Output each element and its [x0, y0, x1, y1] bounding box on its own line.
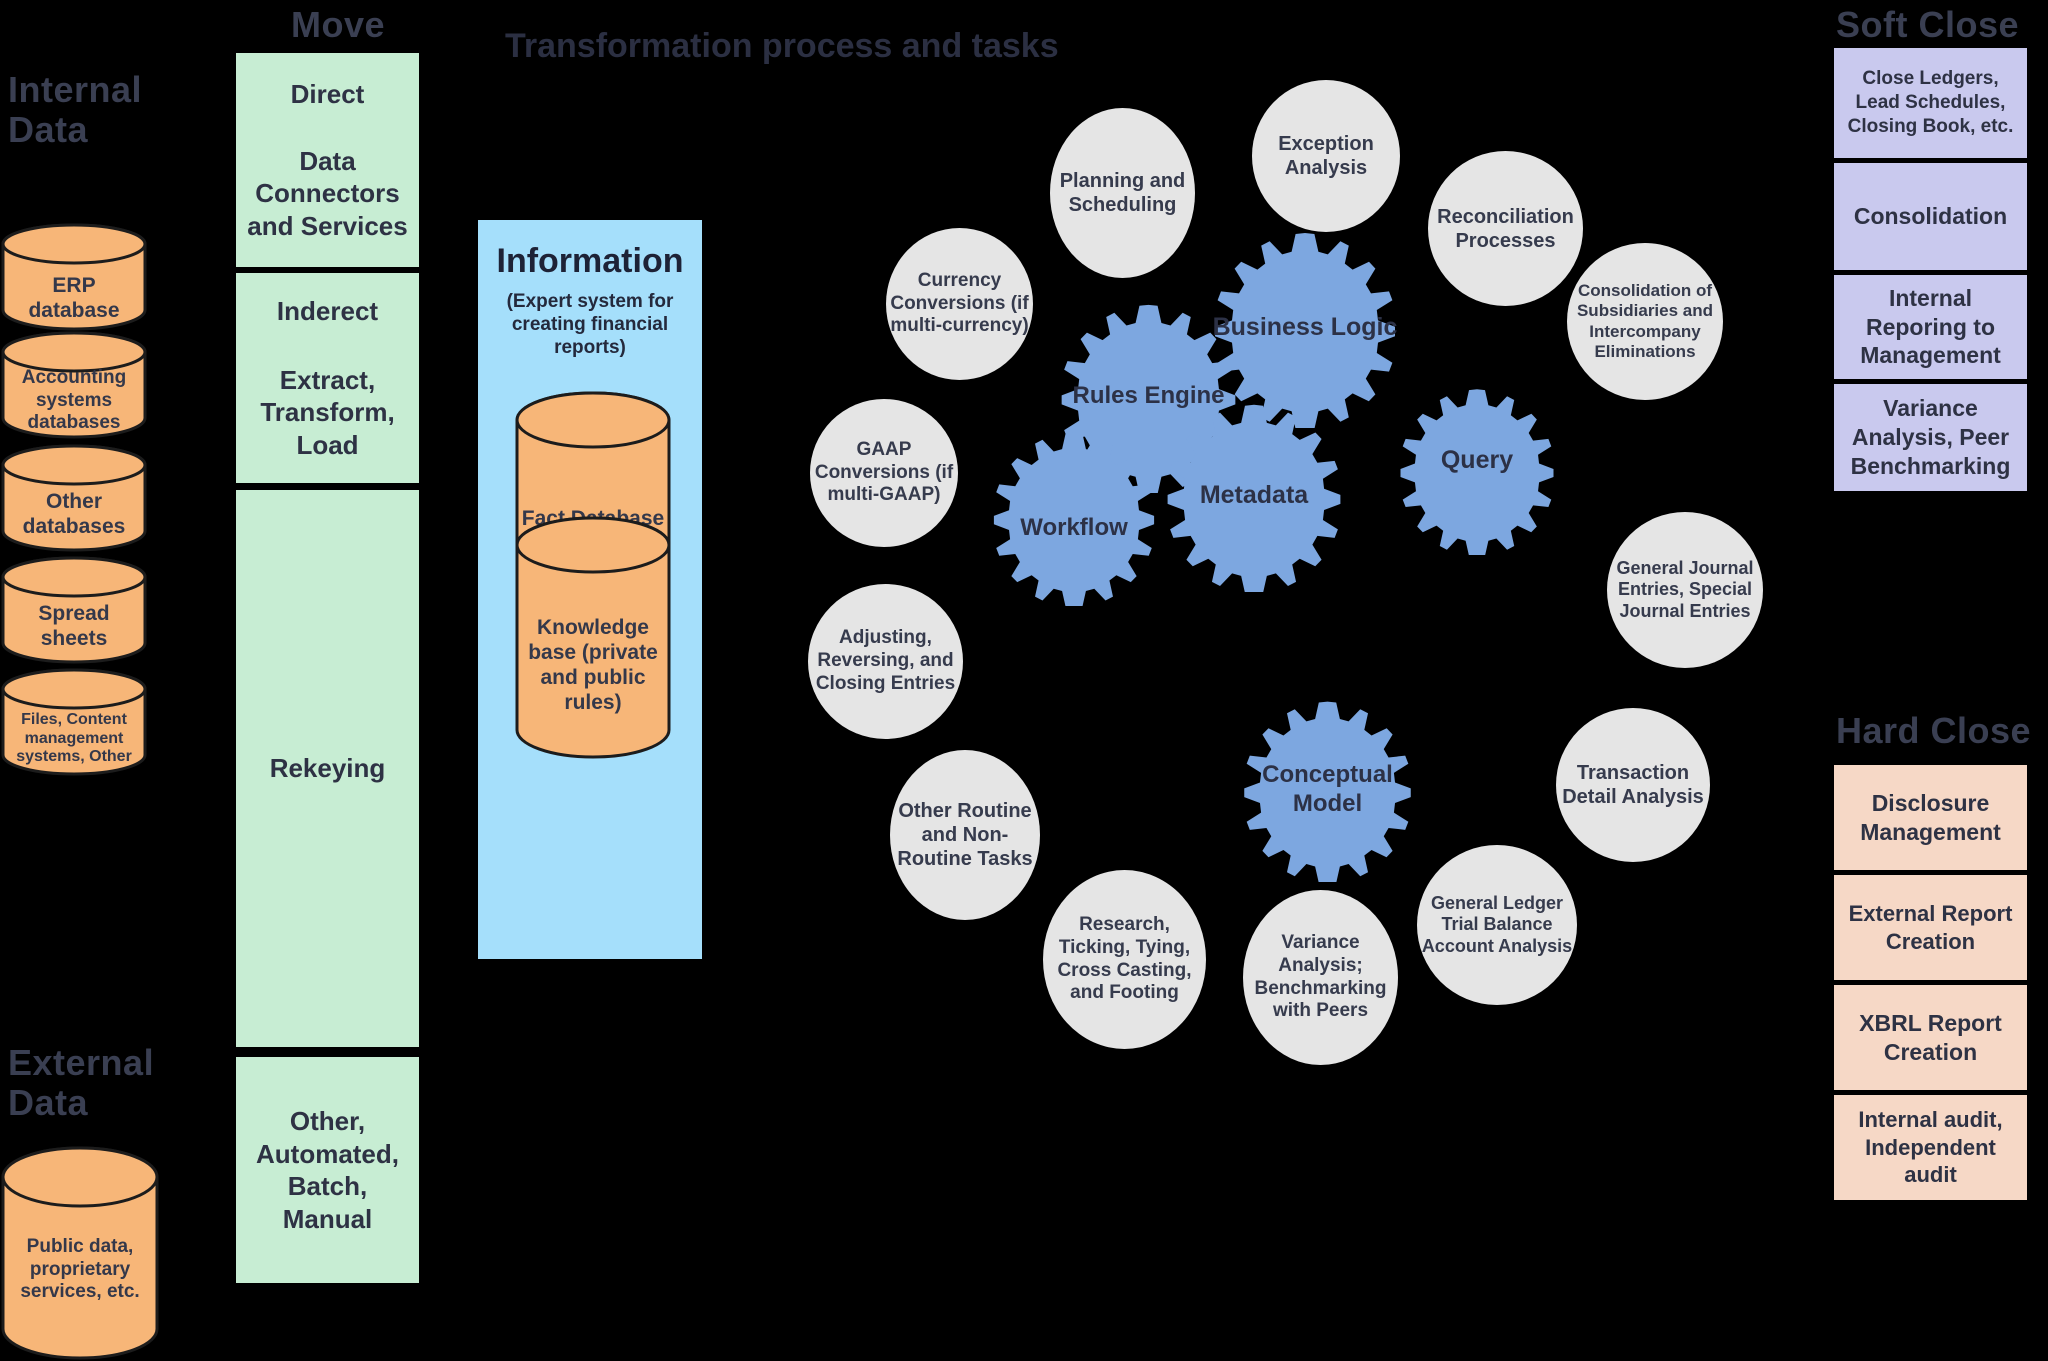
task-circle-gl-trial-balance-account-analysis[interactable]: General Ledger Trial Balance Account Ana… — [1417, 845, 1577, 1005]
hard-close-label: Internal audit, Independent audit — [1858, 1107, 2003, 1188]
database-accounting-systems: Accounting systems databases — [0, 330, 148, 440]
move-box-other-automated[interactable]: Other, Automated, Batch, Manual — [236, 1057, 419, 1283]
gear-label: Conceptual Model — [1262, 761, 1393, 817]
soft-close-label: Variance Analysis, Peer Benchmarking — [1850, 395, 2011, 479]
task-label: Research, Ticking, Tying, Cross Casting,… — [1057, 913, 1192, 1004]
soft-close-label: Consolidation — [1853, 203, 2008, 230]
task-circle-adjusting-reversing-closing[interactable]: Adjusting, Reversing, and Closing Entrie… — [808, 584, 963, 739]
hard-close-heading: Hard Close — [1836, 710, 2032, 751]
database-public-data: Public data, proprietary services, etc. — [0, 1145, 160, 1361]
task-circle-reconciliation-processes[interactable]: Reconciliation Processes — [1428, 151, 1583, 306]
database-spreadsheets: Spread sheets — [0, 555, 148, 665]
soft-close-box-variance-analysis[interactable]: Variance Analysis, Peer Benchmarking — [1834, 384, 2027, 491]
gear-conceptual-model[interactable]: Conceptual Model — [1235, 697, 1420, 882]
task-circle-currency-conversions[interactable]: Currency Conversions (if multi-currency) — [886, 228, 1033, 380]
task-label: Transaction Detail Analysis — [1562, 762, 1704, 808]
move-box-title: Direct — [290, 79, 365, 109]
task-circle-transaction-detail-analysis[interactable]: Transaction Detail Analysis — [1556, 708, 1710, 862]
task-circle-variance-analysis-benchmarking[interactable]: Variance Analysis; Benchmarking with Pee… — [1243, 890, 1398, 1065]
task-circle-general-journal-entries[interactable]: General Journal Entries, Special Journal… — [1607, 512, 1763, 668]
task-circle-exception-analysis[interactable]: Exception Analysis — [1252, 80, 1400, 232]
database-label: Accounting systems databases — [21, 367, 127, 434]
gear-label: Workflow — [1020, 513, 1128, 541]
task-circle-planning-scheduling[interactable]: Planning and Scheduling — [1050, 108, 1195, 278]
move-heading: Move — [290, 4, 386, 45]
task-label: Planning and Scheduling — [1059, 170, 1186, 216]
database-label: Knowledge base (private and public rules… — [528, 616, 658, 714]
external-data-heading: External Data — [8, 1042, 155, 1123]
gear-query[interactable]: Query — [1392, 385, 1562, 555]
move-box-title: Inderect — [276, 296, 379, 326]
soft-close-box-close-ledgers[interactable]: Close Ledgers, Lead Schedules, Closing B… — [1834, 48, 2027, 158]
soft-close-box-consolidation[interactable]: Consolidation — [1834, 163, 2027, 270]
information-subtitle: (Expert system for creating financial re… — [506, 291, 674, 359]
database-knowledge-base: Knowledge base (private and public rules… — [514, 515, 672, 760]
database-label: Public data, proprietary services, etc. — [20, 1236, 140, 1303]
soft-close-label: Internal Reporing to Management — [1860, 284, 2001, 369]
database-erp: ERP database — [0, 222, 148, 332]
task-label: Adjusting, Reversing, and Closing Entrie… — [815, 627, 956, 694]
task-label: Reconciliation Processes — [1437, 205, 1574, 252]
task-label: Variance Analysis; Benchmarking with Pee… — [1254, 931, 1387, 1022]
move-box-detail: Extract, Transform, Load — [260, 364, 395, 460]
soft-close-label: Close Ledgers, Lead Schedules, Closing B… — [1847, 68, 2014, 137]
hard-close-box-xbrl-report[interactable]: XBRL Report Creation — [1834, 985, 2027, 1090]
gear-label: Metadata — [1199, 481, 1309, 510]
hard-close-label: Disclosure Management — [1860, 789, 2001, 845]
hard-close-label: External Report Creation — [1848, 901, 2013, 954]
database-label: Spread sheets — [38, 602, 110, 650]
move-box-detail: Rekeying — [269, 753, 386, 784]
move-box-detail: Other, Automated, Batch, Manual — [256, 1106, 399, 1234]
gear-workflow[interactable]: Workflow — [985, 428, 1163, 606]
task-label: GAAP Conversions (if multi-GAAP) — [814, 438, 954, 506]
internal-data-heading: Internal Data — [8, 69, 143, 150]
database-other: Other databases — [0, 443, 148, 553]
hard-close-box-external-report[interactable]: External Report Creation — [1834, 875, 2027, 980]
soft-close-box-internal-reporting[interactable]: Internal Reporing to Management — [1834, 275, 2027, 379]
gear-business-logic[interactable]: Business Logic — [1205, 228, 1405, 428]
information-title: Information — [496, 242, 684, 280]
task-label: Consolidation of Subsidiaries and Interc… — [1576, 280, 1714, 361]
task-circle-other-routine-tasks[interactable]: Other Routine and Non-Routine Tasks — [890, 750, 1040, 920]
database-files-cms: Files, Content management systems, Other — [0, 667, 148, 777]
task-label: General Ledger Trial Balance Account Ana… — [1421, 892, 1573, 956]
move-box-inderect[interactable]: Inderect Extract, Transform, Load — [236, 273, 419, 483]
move-box-rekeying[interactable]: Rekeying — [236, 490, 419, 1047]
page-title: Transformation process and tasks — [505, 27, 1059, 65]
task-circle-gaap-conversions[interactable]: GAAP Conversions (if multi-GAAP) — [810, 399, 958, 547]
task-label: Exception Analysis — [1278, 133, 1374, 179]
task-label: Currency Conversions (if multi-currency) — [890, 269, 1029, 337]
database-label: Other databases — [22, 490, 126, 538]
task-circle-research-ticking-tying[interactable]: Research, Ticking, Tying, Cross Casting,… — [1043, 870, 1206, 1049]
gear-label: Query — [1440, 446, 1514, 475]
information-panel: Information (Expert system for creating … — [478, 220, 702, 959]
database-label: Files, Content management systems, Other — [16, 710, 132, 766]
task-circle-consolidation-subsidiaries[interactable]: Consolidation of Subsidiaries and Interc… — [1567, 243, 1723, 400]
soft-close-heading: Soft Close — [1836, 4, 2020, 45]
database-label: ERP database — [28, 274, 120, 322]
move-box-direct[interactable]: Direct Data Connectors and Services — [236, 53, 419, 267]
gear-metadata[interactable]: Metadata — [1158, 400, 1350, 592]
task-label: General Journal Entries, Special Journal… — [1616, 557, 1754, 621]
move-box-detail: Data Connectors and Services — [247, 145, 408, 241]
task-label: Other Routine and Non-Routine Tasks — [897, 800, 1033, 870]
hard-close-label: XBRL Report Creation — [1859, 1009, 2002, 1065]
gear-label: Business Logic — [1212, 313, 1398, 342]
hard-close-box-disclosure-management[interactable]: Disclosure Management — [1834, 765, 2027, 870]
hard-close-box-internal-audit[interactable]: Internal audit, Independent audit — [1834, 1095, 2027, 1200]
